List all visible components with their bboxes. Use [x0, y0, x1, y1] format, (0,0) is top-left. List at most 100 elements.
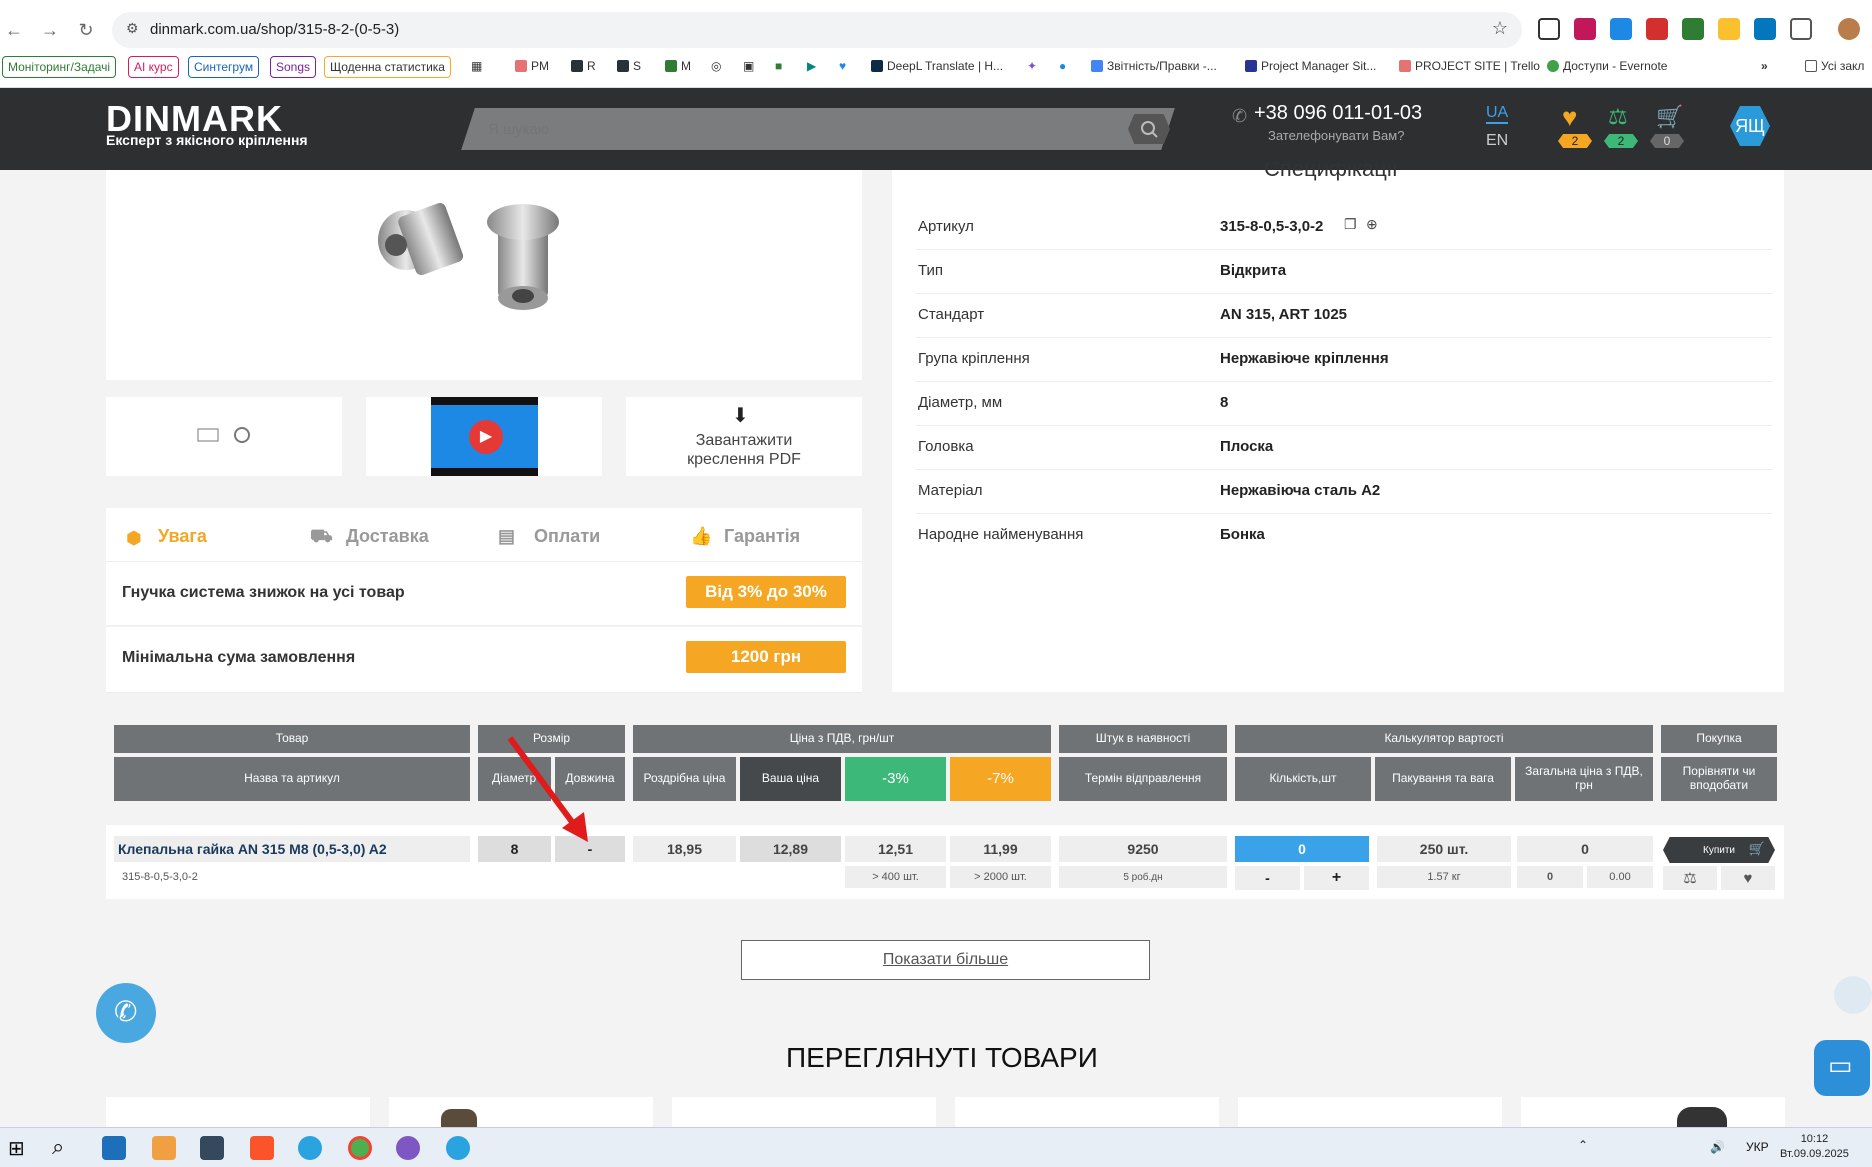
site-info-icon[interactable]: ⚙: [126, 20, 139, 37]
product-image-panel: [106, 170, 862, 380]
chrome-icon[interactable]: [348, 1136, 372, 1160]
bookmark-item[interactable]: Songs: [270, 56, 317, 78]
viewed-card[interactable]: [389, 1097, 653, 1127]
bookmark-item[interactable]: Щоденна статистика: [324, 56, 451, 78]
product-photo[interactable]: [106, 170, 862, 380]
search-icon[interactable]: ⌕: [52, 1134, 64, 1160]
flag-extension-icon[interactable]: [1754, 18, 1776, 40]
increment-button[interactable]: +: [1304, 866, 1369, 890]
taskbar-clock[interactable]: 10:12 Вт.09.09.2025: [1780, 1132, 1849, 1162]
bookmark-item[interactable]: Project Manager Sit...: [1240, 56, 1381, 78]
viber-icon[interactable]: [396, 1136, 420, 1160]
bookmark-icon[interactable]: ●: [1054, 56, 1071, 78]
tray-chevron-icon[interactable]: ⌃: [1578, 1138, 1588, 1152]
viewed-card[interactable]: [955, 1097, 1219, 1127]
site-header: DINMARK Експерт з якісного кріплення ✆ +…: [0, 88, 1872, 170]
app-icon[interactable]: [102, 1136, 126, 1160]
tab-attention[interactable]: ⬢ Увага: [122, 522, 279, 564]
show-more-button[interactable]: Показати більше: [741, 940, 1150, 980]
puzzle-icon[interactable]: [1790, 18, 1812, 40]
product-name-link[interactable]: Клепальна гайка AN 315 M8 (0,5-3,0) A2: [114, 836, 470, 862]
chatgpt-bookmark-icon[interactable]: ◎: [706, 56, 726, 78]
bookmark-item[interactable]: AI курс: [128, 56, 179, 78]
compare-scales-icon[interactable]: ⚖: [1608, 104, 1628, 130]
viewed-card[interactable]: [1238, 1097, 1502, 1127]
gemini-bookmark-icon[interactable]: ✦: [1022, 56, 1042, 78]
app-icon[interactable]: [152, 1136, 176, 1160]
total-sub-a: 0: [1517, 866, 1583, 888]
download-pdf[interactable]: ⬇ Завантажити креслення PDF: [626, 397, 862, 476]
image-extension-icon[interactable]: [1538, 18, 1560, 40]
search-button[interactable]: [1128, 114, 1170, 144]
all-bookmarks-folder[interactable]: Усі закл: [1800, 56, 1869, 78]
telegram-icon[interactable]: [446, 1136, 470, 1160]
add-circle-icon[interactable]: ⊕: [1366, 216, 1378, 233]
video-preview[interactable]: ▶: [431, 397, 538, 476]
bookmark-icon[interactable]: ♥: [834, 56, 851, 78]
more-bookmarks-icon[interactable]: »: [1756, 56, 1773, 78]
decrement-button[interactable]: -: [1235, 866, 1300, 890]
b-extension-icon[interactable]: [1610, 18, 1632, 40]
tab-guarantee[interactable]: Гарантія: [724, 526, 800, 547]
bookmark-item[interactable]: R: [566, 56, 601, 78]
play-icon[interactable]: ▶: [469, 420, 503, 454]
green-extension-icon[interactable]: [1682, 18, 1704, 40]
bookmark-item[interactable]: DeepL Translate | H...: [866, 56, 1008, 78]
bookmark-item[interactable]: Синтегрум: [188, 56, 260, 78]
tab-delivery[interactable]: Доставка: [346, 526, 429, 547]
lang-ua[interactable]: UA: [1486, 104, 1509, 124]
viewed-card[interactable]: [672, 1097, 936, 1127]
brave-icon[interactable]: [250, 1136, 274, 1160]
ublock-icon[interactable]: [1574, 18, 1596, 40]
profile-avatar[interactable]: [1838, 18, 1860, 40]
input-language[interactable]: УКР: [1746, 1140, 1769, 1154]
forward-icon[interactable]: →: [38, 18, 62, 42]
bookmark-item[interactable]: Доступи - Evernote: [1542, 56, 1672, 78]
chat-button[interactable]: ▭: [1814, 1040, 1870, 1096]
header-stock: Штук в наявності: [1059, 725, 1227, 753]
back-icon[interactable]: ←: [2, 18, 26, 42]
telegram-icon[interactable]: [298, 1136, 322, 1160]
reload-icon[interactable]: ↻: [74, 18, 98, 42]
bookmark-item[interactable]: M: [660, 56, 696, 78]
bookmark-item[interactable]: Моніторинг/Задачі: [2, 56, 117, 78]
red-extension-icon[interactable]: [1646, 18, 1668, 40]
bookmark-item[interactable]: PM: [510, 56, 554, 78]
buy-button[interactable]: Купити 🛒: [1663, 837, 1775, 863]
user-avatar[interactable]: ЯЩ: [1730, 106, 1770, 146]
translate-extension-icon[interactable]: [1718, 18, 1740, 40]
col-compare: Порівняти чи вподобати: [1661, 757, 1777, 801]
play-bookmark-icon[interactable]: ▶: [802, 56, 821, 78]
favorite-heart-icon[interactable]: ♥: [1721, 866, 1775, 890]
quantity-input[interactable]: 0: [1235, 836, 1369, 862]
call-button[interactable]: ✆: [96, 983, 156, 1043]
viewed-card[interactable]: [106, 1097, 370, 1127]
telegram-widget[interactable]: [1834, 976, 1872, 1014]
thumbnail-drawing[interactable]: [106, 397, 342, 476]
tab-payments[interactable]: Оплати: [534, 526, 600, 547]
bookmark-item[interactable]: PROJECT SITE | Trello: [1394, 56, 1545, 78]
bookmark-icon[interactable]: ▣: [738, 56, 759, 78]
favorites-heart-icon[interactable]: ♥: [1562, 102, 1577, 133]
copy-icon[interactable]: ❐: [1344, 216, 1357, 233]
thumbnail-video[interactable]: ▶: [366, 397, 602, 476]
windows-start-icon[interactable]: ⊞: [8, 1136, 25, 1161]
spec-row: Група кріплення Нержавіюче кріплення: [916, 338, 1772, 382]
bookmark-item[interactable]: S: [612, 56, 646, 78]
search-input[interactable]: [488, 108, 1128, 150]
callback-link[interactable]: Зателефонувати Вам?: [1268, 128, 1404, 143]
bookmark-icon[interactable]: ■: [770, 56, 787, 78]
compare-scales-icon[interactable]: ⚖: [1663, 866, 1717, 890]
bookmark-star-icon[interactable]: ☆: [1492, 18, 1508, 39]
bookmark-item[interactable]: Звітність/Правки -...: [1086, 56, 1222, 78]
viewed-card[interactable]: [1521, 1097, 1785, 1127]
address-bar[interactable]: ⚙ dinmark.com.ua/shop/315-8-2-(0-5-3) ☆: [112, 12, 1522, 48]
volume-icon[interactable]: 🔊: [1710, 1140, 1725, 1154]
app-icon[interactable]: [200, 1136, 224, 1160]
cart-icon[interactable]: 🛒: [1656, 104, 1683, 130]
col-discount-7: -7%: [950, 757, 1051, 801]
lang-en[interactable]: EN: [1486, 132, 1508, 150]
package-size: 250 шт.: [1377, 836, 1511, 862]
apps-grid-icon[interactable]: ▦: [466, 56, 487, 78]
phone-number[interactable]: +38 096 011-01-03: [1254, 102, 1422, 125]
